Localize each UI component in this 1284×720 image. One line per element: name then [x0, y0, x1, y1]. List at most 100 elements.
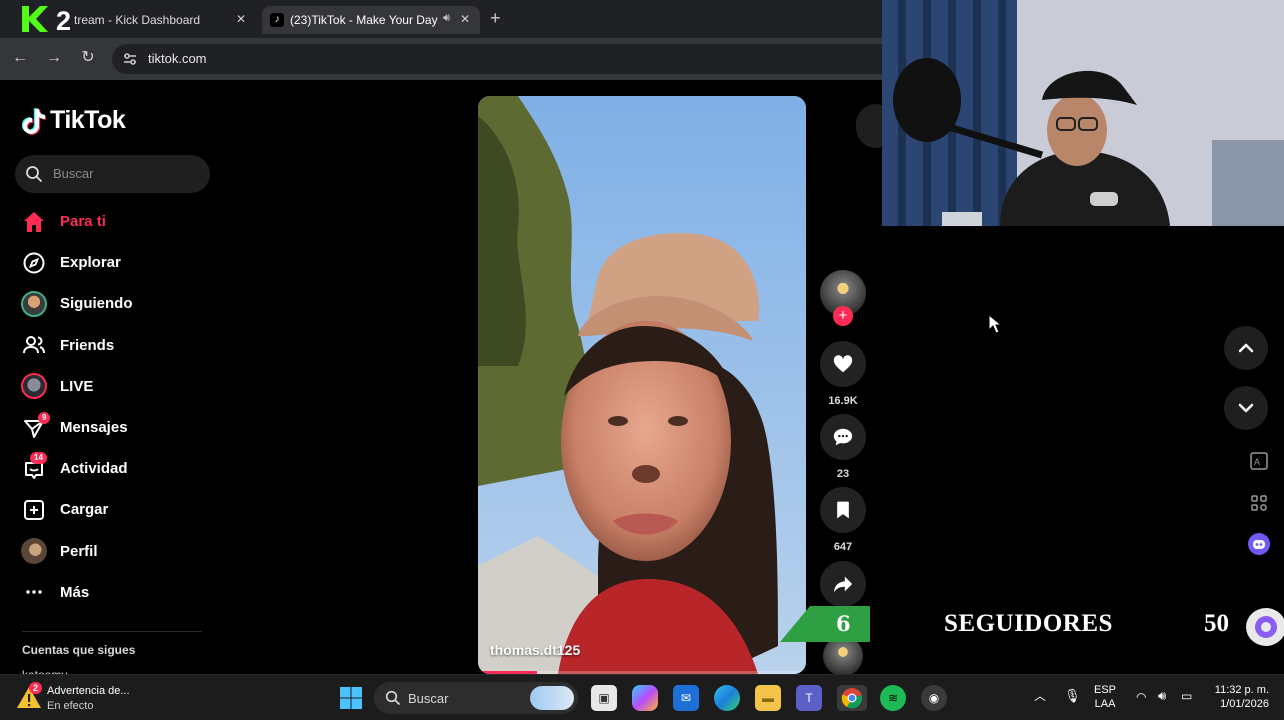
- weather-badge: 2: [29, 682, 43, 694]
- sidebar-item-mensajes[interactable]: 9 Mensajes: [18, 407, 218, 448]
- folder-icon: ▬: [762, 691, 774, 705]
- like-button[interactable]: 16.9K: [820, 341, 866, 407]
- sidebar-item-label: Perfil: [60, 542, 98, 560]
- sidebar-item-label: Mensajes: [60, 419, 128, 437]
- overlay-logo-icon: [1246, 608, 1284, 646]
- clock-date: 1/01/2026: [1220, 698, 1269, 710]
- copilot-button[interactable]: [632, 685, 658, 711]
- previous-video-button[interactable]: [1224, 326, 1268, 370]
- taskbar-search[interactable]: Buscar: [374, 682, 578, 714]
- address-toolbar: ← → ↻ tiktok.com: [0, 38, 882, 80]
- following-avatar-icon: [18, 288, 50, 320]
- wifi-icon[interactable]: ◠: [1136, 690, 1146, 704]
- windows-taskbar: 2 Advertencia de... En efecto Buscar ▣ ✉…: [0, 674, 1284, 720]
- more-icon: [18, 576, 50, 608]
- heart-icon: [820, 341, 866, 387]
- chrome-button[interactable]: [837, 685, 867, 711]
- live-avatar-icon: [18, 370, 50, 402]
- teams-icon: T: [805, 691, 813, 705]
- next-video-button[interactable]: [1224, 386, 1268, 430]
- close-icon[interactable]: ✕: [460, 12, 470, 26]
- bookmark-icon: [820, 487, 866, 533]
- spotify-icon: ≋: [887, 691, 899, 705]
- tab-kick-dashboard[interactable]: tream - Kick Dashboard ✕: [10, 6, 256, 34]
- sidebar-item-friends[interactable]: Friends: [18, 325, 218, 366]
- follow-plus-icon[interactable]: +: [833, 306, 853, 326]
- edge-button[interactable]: [714, 685, 740, 711]
- chevron-up-icon: [1238, 343, 1254, 353]
- new-tab-button[interactable]: +: [490, 8, 501, 29]
- sidebar-item-explorar[interactable]: Explorar: [18, 242, 218, 283]
- save-button[interactable]: 647: [820, 487, 866, 553]
- weather-widget[interactable]: 2 Advertencia de... En efecto: [16, 682, 156, 713]
- comment-icon: [820, 414, 866, 460]
- weather-title: Advertencia de...: [47, 685, 130, 697]
- music-disc-icon: [823, 636, 863, 676]
- home-icon: [18, 206, 50, 238]
- close-icon[interactable]: ✕: [236, 12, 246, 26]
- search-input[interactable]: Buscar: [15, 155, 210, 193]
- task-view-button[interactable]: ▣: [591, 685, 617, 711]
- weather-subtitle: En efecto: [47, 700, 94, 712]
- language-top: ESP: [1094, 684, 1117, 696]
- sidebar-divider: [22, 631, 202, 632]
- sidebar-item-cargar[interactable]: Cargar: [18, 489, 218, 530]
- translate-button[interactable]: A: [1245, 447, 1273, 475]
- volume-icon[interactable]: 🔊︎: [1158, 689, 1166, 703]
- outlook-button[interactable]: ✉: [673, 685, 699, 711]
- teams-button[interactable]: T: [796, 685, 822, 711]
- search-placeholder: Buscar: [53, 166, 94, 181]
- sidebar-item-siguiendo[interactable]: Siguiendo: [18, 283, 218, 324]
- battery-icon[interactable]: ▭: [1181, 689, 1192, 703]
- file-explorer-button[interactable]: ▬: [755, 685, 781, 711]
- obs-icon: ◉: [928, 691, 940, 705]
- follower-count: 6: [836, 611, 851, 636]
- tray-overflow-icon[interactable]: ︿: [1034, 689, 1046, 703]
- sidebar-item-label: Para ti: [60, 213, 106, 231]
- sidebar-item-para-ti[interactable]: Para ti: [18, 201, 218, 242]
- back-arrow-icon[interactable]: ←: [10, 48, 30, 68]
- microphone-icon[interactable]: 🎙︎: [1064, 689, 1081, 703]
- compass-icon: [18, 247, 50, 279]
- activity-badge: 14: [30, 451, 47, 464]
- spotify-button[interactable]: ≋: [880, 685, 906, 711]
- speaker-icon[interactable]: 🔊︎: [443, 12, 450, 25]
- video-author[interactable]: thomas.dt125: [490, 642, 580, 658]
- obs-button[interactable]: ◉: [921, 685, 947, 711]
- sidebar-nav: Para ti Explorar Siguiendo Friends LIVE …: [18, 201, 218, 613]
- share-button[interactable]: [820, 561, 866, 607]
- sidebar-item-actividad[interactable]: 14 Actividad: [18, 448, 218, 489]
- language-bottom: LAA: [1094, 698, 1116, 710]
- messages-badge: 9: [38, 411, 51, 424]
- tiktok-brand-text: TikTok: [50, 106, 126, 134]
- video-frame-image: [478, 96, 806, 674]
- clock[interactable]: 11:32 p. m. 1/01/2026: [1205, 683, 1269, 711]
- sidebar-item-label: Cargar: [60, 501, 109, 519]
- language-indicator[interactable]: ESP LAA: [1094, 683, 1116, 711]
- video-player[interactable]: thomas.dt125: [478, 96, 806, 674]
- site-settings-icon[interactable]: [122, 51, 138, 67]
- apps-button[interactable]: [1245, 489, 1273, 517]
- url-text: tiktok.com: [148, 51, 207, 66]
- followers-goal: 50: [1204, 610, 1229, 637]
- creator-avatar-button[interactable]: +: [820, 270, 866, 326]
- tab-tiktok[interactable]: ♪ (23)TikTok - Make Your Day 🔊︎ ✕: [262, 6, 480, 34]
- sidebar-item-live[interactable]: LIVE: [18, 366, 218, 407]
- comment-button[interactable]: 23: [820, 414, 866, 480]
- sidebar-item-label: Más: [60, 583, 90, 601]
- assistant-button[interactable]: [1245, 530, 1273, 558]
- friends-icon: [18, 329, 50, 361]
- tiktok-logo[interactable]: TikTok: [22, 106, 126, 135]
- sidebar-item-mas[interactable]: Más: [18, 572, 218, 613]
- music-disc-button[interactable]: [820, 636, 866, 676]
- start-button[interactable]: [338, 685, 364, 711]
- follower-count-banner: [780, 606, 870, 642]
- forward-arrow-icon[interactable]: →: [44, 48, 64, 68]
- comment-count: 23: [836, 468, 850, 480]
- sidebar-item-label: Explorar: [60, 254, 121, 272]
- address-bar[interactable]: tiktok.com: [112, 44, 882, 74]
- upload-icon: [18, 494, 50, 526]
- chevron-down-icon: [1238, 403, 1254, 413]
- reload-icon[interactable]: ↻: [78, 48, 98, 68]
- sidebar-item-perfil[interactable]: Perfil: [18, 531, 218, 572]
